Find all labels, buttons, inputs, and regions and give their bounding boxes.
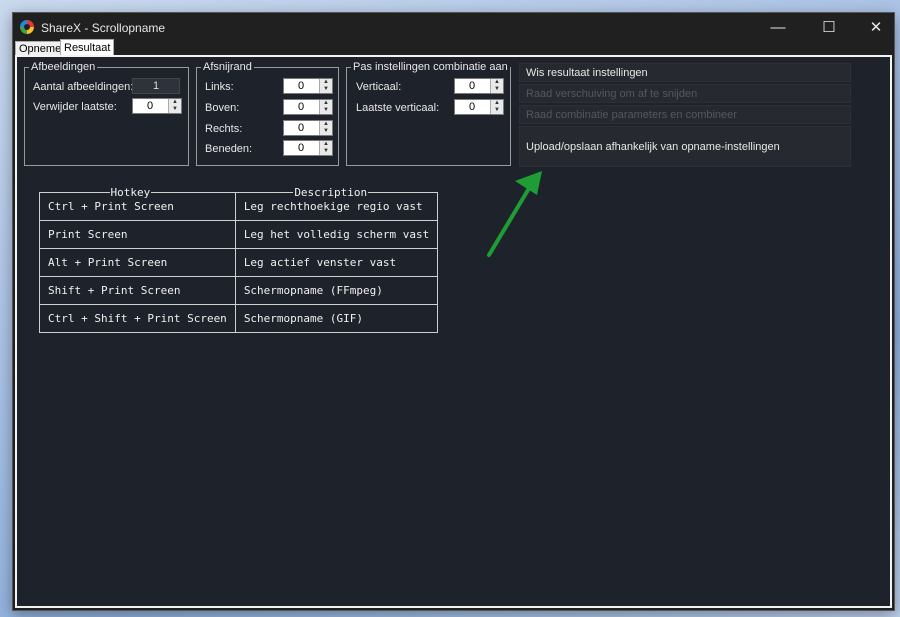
stepper-down-icon[interactable]: ▼ [319,86,332,93]
crop-left-label: Links: [205,81,234,93]
last-vertical-stepper[interactable]: 0 ▲ ▼ [454,99,504,115]
hotkey-column-header: Hotkey [109,186,152,199]
hotkey-cell: Alt + Print Screen [39,248,236,277]
stepper-down-icon[interactable]: ▼ [490,86,503,93]
tab-resultaat[interactable]: Resultaat [60,39,115,56]
hotkey-cell: Print Screen [39,220,236,249]
table-row: Alt + Print Screen Leg actief venster va… [39,248,439,277]
guess-offset-button[interactable]: Raad verschuiving om af te snijden [519,84,851,103]
last-vertical-value[interactable]: 0 [455,100,489,114]
stepper-down-icon[interactable]: ▼ [319,148,332,155]
stepper-down-icon[interactable]: ▼ [319,107,332,114]
stepper-down-icon[interactable]: ▼ [319,128,332,135]
crop-right-stepper[interactable]: 0 ▲ ▼ [283,120,333,136]
tab-strip: Opnemen Resultaat [13,39,894,56]
group-combinatie-title: Pas instellingen combinatie aan [353,61,508,73]
hotkey-cell: Ctrl + Shift + Print Screen [39,304,236,333]
description-cell: Leg het volledig scherm vast [234,220,439,249]
table-row: Shift + Print Screen Schermopname (FFmpe… [39,276,439,305]
description-cell: Schermopname (FFmpeg) [234,276,439,305]
clear-result-settings-button[interactable]: Wis resultaat instellingen [519,63,851,82]
guess-combine-button[interactable]: Raad combinatie parameters en combineer [519,105,851,124]
crop-bottom-stepper[interactable]: 0 ▲ ▼ [283,140,333,156]
remove-last-stepper[interactable]: 0 ▲ ▼ [132,98,182,114]
image-count-value: 1 [132,78,180,94]
crop-left-value[interactable]: 0 [284,79,318,93]
window-title: ShareX - Scrollopname [41,21,166,35]
table-row: Ctrl + Shift + Print Screen Schermopname… [39,304,439,333]
group-afbeeldingen-title: Afbeeldingen [31,61,96,73]
group-afsnijrand-title: Afsnijrand [203,61,252,73]
sharex-icon [20,20,34,34]
hotkey-cell: Shift + Print Screen [39,276,236,305]
result-panel: Afbeeldingen Aantal afbeeldingen: 1 Verw… [15,55,892,608]
remove-last-label: Verwijder laatste: [33,101,117,113]
vertical-stepper[interactable]: 0 ▲ ▼ [454,78,504,94]
green-arrow-icon [487,171,542,257]
vertical-label: Verticaal: [356,81,402,93]
crop-bottom-value[interactable]: 0 [284,141,318,155]
description-cell: Schermopname (GIF) [234,304,439,333]
crop-top-value[interactable]: 0 [284,100,318,114]
table-row: Ctrl + Print Screen Leg rechthoekige reg… [39,192,439,221]
crop-top-stepper[interactable]: 0 ▲ ▼ [283,99,333,115]
description-column-header: Description [293,186,369,199]
crop-top-label: Boven: [205,102,240,114]
crop-bottom-label: Beneden: [205,143,253,155]
stepper-down-icon[interactable]: ▼ [490,107,503,114]
crop-right-label: Rechts: [205,123,243,135]
sharex-window: ShareX - Scrollopname — ☐ ✕ Opnemen Resu… [12,12,895,611]
crop-left-stepper[interactable]: 0 ▲ ▼ [283,78,333,94]
remove-last-value[interactable]: 0 [133,99,167,113]
description-cell: Leg actief venster vast [234,248,439,277]
image-count-label: Aantal afbeeldingen: [33,81,134,93]
upload-save-button[interactable]: Upload/opslaan afhankelijk van opname-in… [519,126,851,167]
table-row: Print Screen Leg het volledig scherm vas… [39,220,439,249]
crop-right-value[interactable]: 0 [284,121,318,135]
last-vertical-label: Laatste verticaal: [356,102,440,114]
hotkey-table: Hotkey Description Ctrl + Print Screen L… [39,186,439,333]
stepper-down-icon[interactable]: ▼ [168,106,181,113]
vertical-value[interactable]: 0 [455,79,489,93]
hotkey-table-header: Hotkey Description [40,186,438,199]
